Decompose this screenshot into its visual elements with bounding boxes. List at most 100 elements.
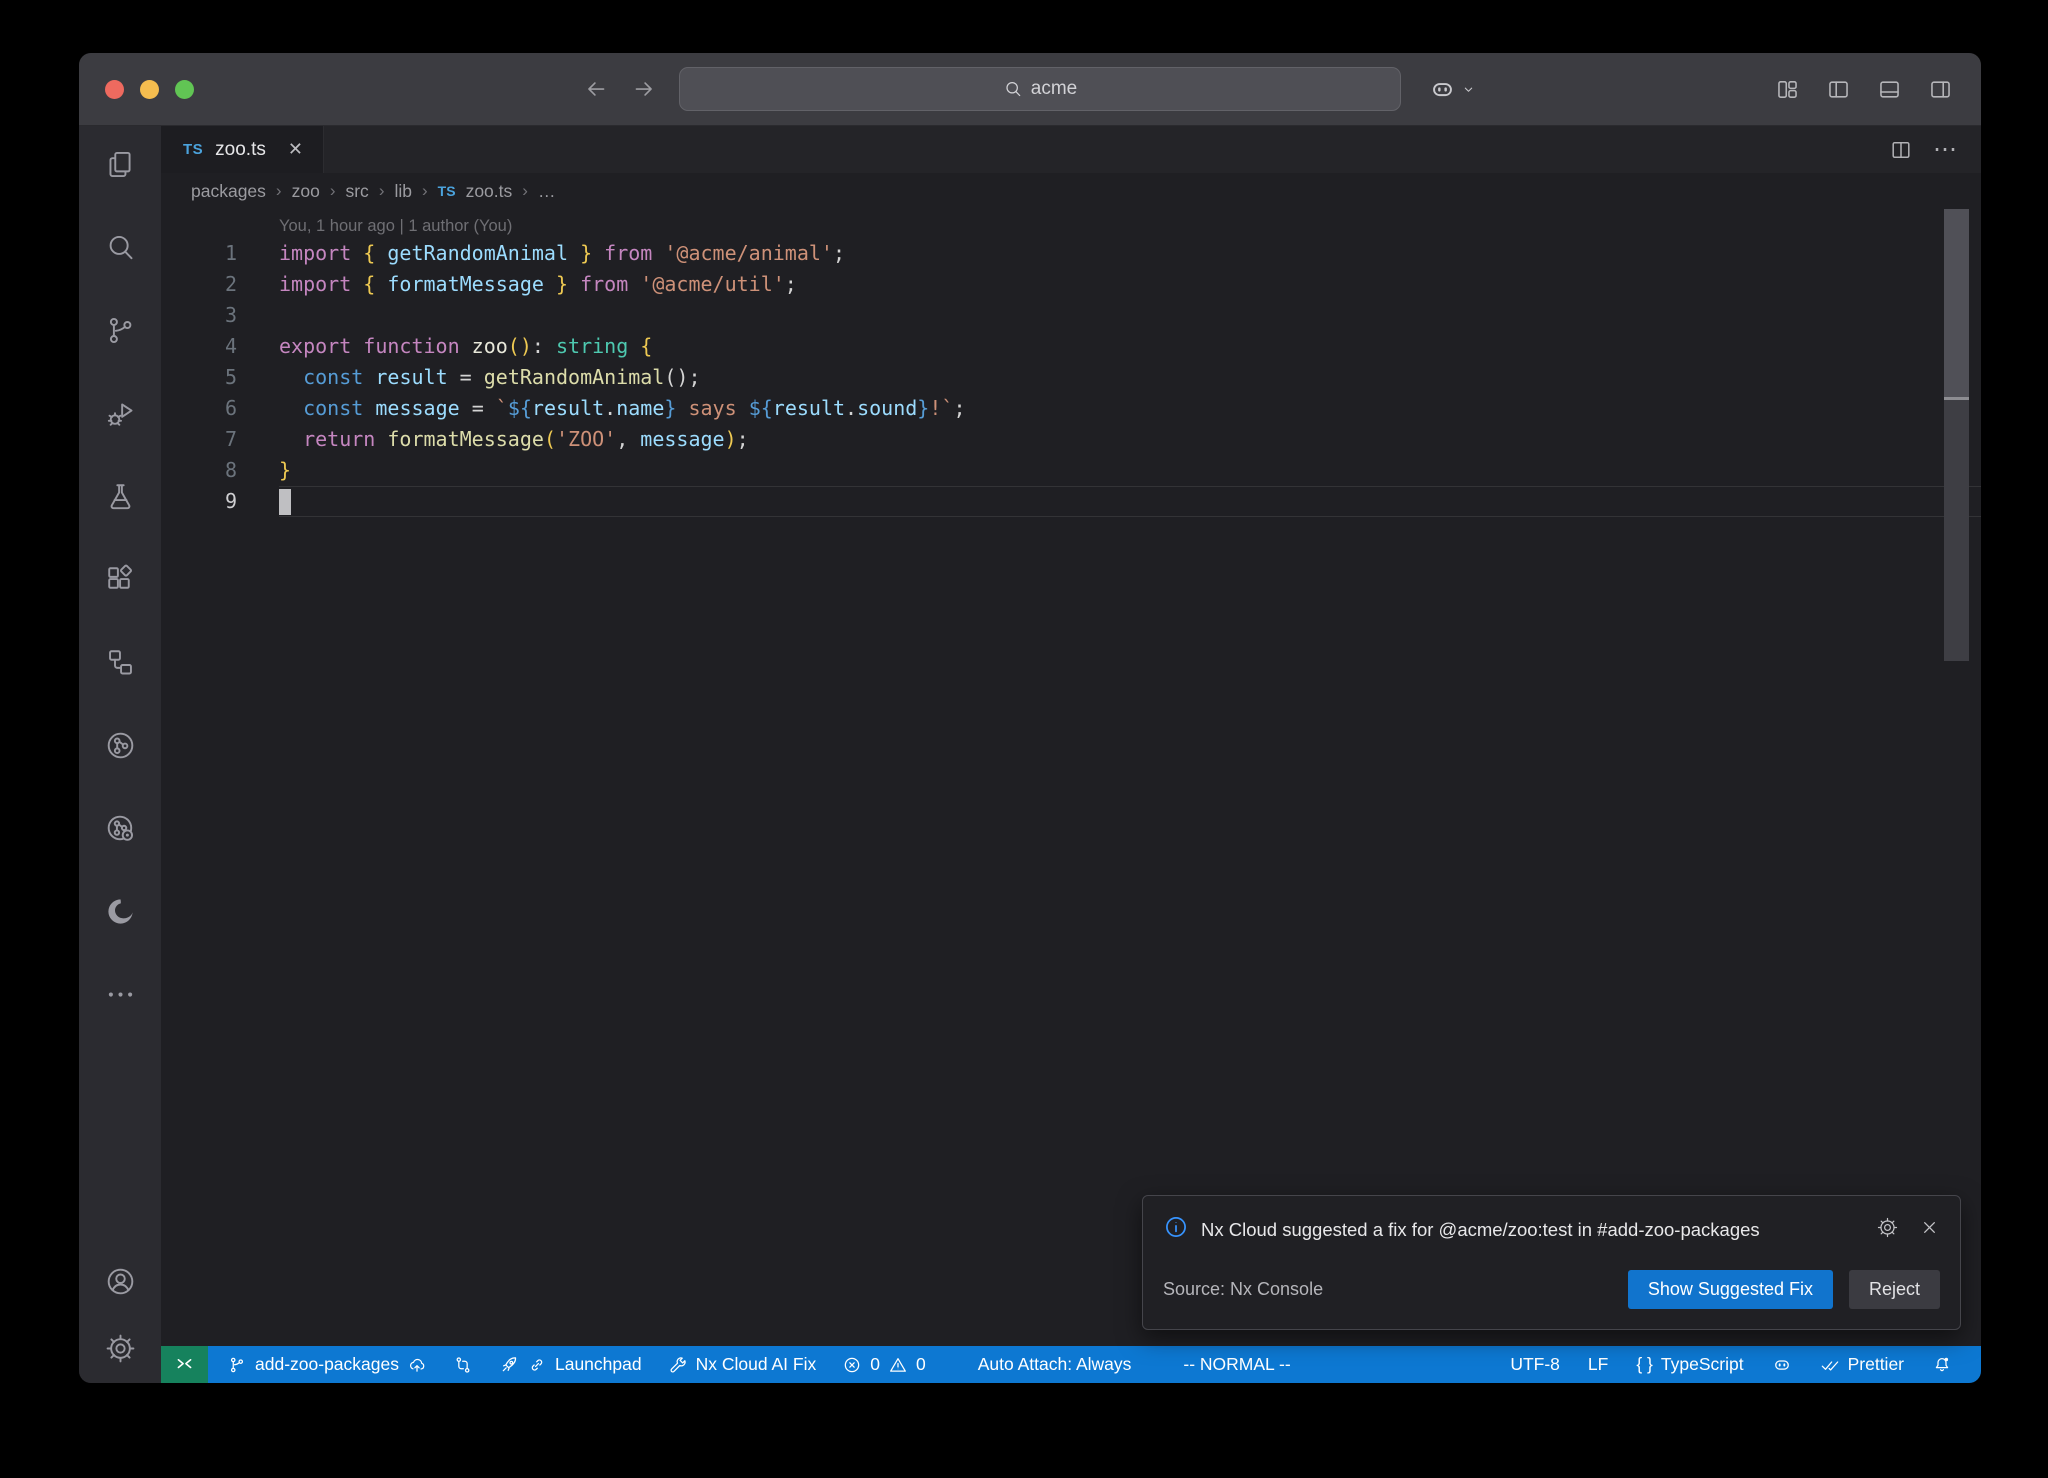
breadcrumb-item-src[interactable]: src [345,181,368,202]
breadcrumb-item-lib[interactable]: lib [394,181,412,202]
code-line-text [279,300,1981,331]
activity-search-icon[interactable] [104,231,137,264]
code-line[interactable]: 1import { getRandomAnimal } from '@acme/… [161,238,1981,269]
code-line[interactable]: 9 [161,486,1981,517]
code-token: message [640,427,724,451]
code-token [592,241,604,265]
status-launchpad[interactable]: Launchpad [488,1346,653,1383]
typescript-file-icon: TS [183,141,203,158]
status-label: Auto Attach: Always [978,1354,1132,1375]
line-number: 7 [161,424,237,455]
status-nx-cloud-ai-fix[interactable]: Nx Cloud AI Fix [657,1346,828,1383]
notification-toast: Nx Cloud suggested a fix for @acme/zoo:t… [1142,1195,1961,1330]
code-token [363,396,375,420]
info-icon [1163,1214,1189,1240]
code-token [460,334,472,358]
status-encoding[interactable]: UTF-8 [1499,1346,1571,1383]
breadcrumb-item-more[interactable]: … [538,181,556,202]
code-token [375,241,387,265]
code-line[interactable]: 8} [161,455,1981,486]
show-suggested-fix-button[interactable]: Show Suggested Fix [1628,1270,1833,1309]
activity-extensions-icon[interactable] [104,563,137,596]
code-line[interactable]: 2import { formatMessage } from '@acme/ut… [161,269,1981,300]
toggle-primary-sidebar-icon[interactable] [1826,77,1851,102]
zoom-window-button[interactable] [175,80,194,99]
activity-source-control-icon[interactable] [104,314,137,347]
code-token: !` [929,396,953,420]
code-token: (); [664,365,700,389]
status-formatter-prettier[interactable]: Prettier [1809,1346,1915,1383]
status-auto-attach[interactable]: Auto Attach: Always [967,1346,1143,1383]
code-line[interactable]: 5 const result = getRandomAnimal(); [161,362,1981,393]
more-actions-icon[interactable]: ⋯ [1933,145,1959,155]
command-center-search[interactable]: acme [679,67,1401,111]
activity-run-debug-icon[interactable] [104,397,137,430]
code-editor[interactable]: You, 1 hour ago | 1 author (You) 1import… [161,209,1981,1346]
line-number: 6 [161,393,237,424]
status-vim-mode[interactable]: -- NORMAL -- [1172,1346,1301,1383]
copilot-menu[interactable] [1429,76,1477,103]
status-copilot-status[interactable] [1761,1346,1803,1383]
code-line-text: const message = `${result.name} says ${r… [279,393,1981,424]
activity-nx-cloud-icon[interactable] [104,812,137,845]
code-token [351,241,363,265]
notification-close-icon[interactable] [1919,1216,1940,1239]
breadcrumb-item-zoo[interactable]: zoo [292,181,320,202]
code-token [279,427,303,451]
code-token: says [676,396,748,420]
activity-nx-console-icon[interactable] [104,729,137,762]
reject-button[interactable]: Reject [1849,1270,1940,1309]
split-editor-icon[interactable] [1889,138,1913,162]
code-token [544,272,556,296]
line-number: 5 [161,362,237,393]
code-token: result [773,396,845,420]
activity-testing-icon[interactable] [104,480,137,513]
code-token: function [363,334,459,358]
code-line[interactable]: 7 return formatMessage('ZOO', message); [161,424,1981,455]
code-line[interactable]: 3 [161,300,1981,331]
code-token: name [616,396,664,420]
activity-workspace-hierarchy-icon[interactable] [104,646,137,679]
close-tab-icon[interactable]: ✕ [288,139,303,160]
cloud-upload-icon [407,1355,427,1375]
code-token: } [580,241,592,265]
window-controls [105,80,194,99]
activity-explorer-icon[interactable] [104,148,137,181]
activity-edge-tools-icon[interactable] [104,895,137,928]
activity-more-views-icon[interactable] [104,978,137,1011]
breadcrumb-item-packages[interactable]: packages [191,181,266,202]
bell-dot-icon [1932,1355,1952,1375]
status-language-mode[interactable]: { }TypeScript [1625,1346,1754,1383]
code-token: '@acme/util' [640,272,785,296]
toggle-panel-icon[interactable] [1877,77,1902,102]
status-eol[interactable]: LF [1577,1346,1619,1383]
code-token: '@acme/animal' [664,241,833,265]
notification-settings-gear-icon[interactable] [1876,1216,1899,1239]
code-line[interactable]: 6 const message = `${result.name} says $… [161,393,1981,424]
code-token: const [303,365,363,389]
tab-zoo-ts[interactable]: TS zoo.ts ✕ [161,126,324,173]
code-token: result [375,365,447,389]
activity-settings-icon[interactable] [104,1332,137,1365]
activity-accounts-icon[interactable] [104,1265,137,1298]
status-problems[interactable]: 00 [831,1346,936,1383]
back-arrow-icon[interactable] [583,76,609,102]
code-line[interactable]: 4export function zoo(): string { [161,331,1981,362]
customize-layout-icon[interactable] [1775,77,1800,102]
code-line-text: import { getRandomAnimal } from '@acme/a… [279,238,1981,269]
remote-indicator[interactable] [161,1346,208,1383]
status-git-graph[interactable] [442,1346,484,1383]
vscode-window: acme TS zoo.ts ✕ [79,53,1981,1383]
status-notifications-bell[interactable] [1921,1346,1963,1383]
status-git-branch-status[interactable]: add-zoo-packages [216,1346,438,1383]
code-line-text: import { formatMessage } from '@acme/uti… [279,269,1981,300]
forward-arrow-icon[interactable] [631,76,657,102]
minimize-window-button[interactable] [140,80,159,99]
breadcrumb-item-file[interactable]: zoo.ts [466,181,513,202]
code-token [652,241,664,265]
status-label: Prettier [1848,1354,1904,1375]
close-window-button[interactable] [105,80,124,99]
editor-scrollbar[interactable] [1944,209,1969,661]
toggle-secondary-sidebar-icon[interactable] [1928,77,1953,102]
notification-source: Source: Nx Console [1163,1279,1323,1300]
